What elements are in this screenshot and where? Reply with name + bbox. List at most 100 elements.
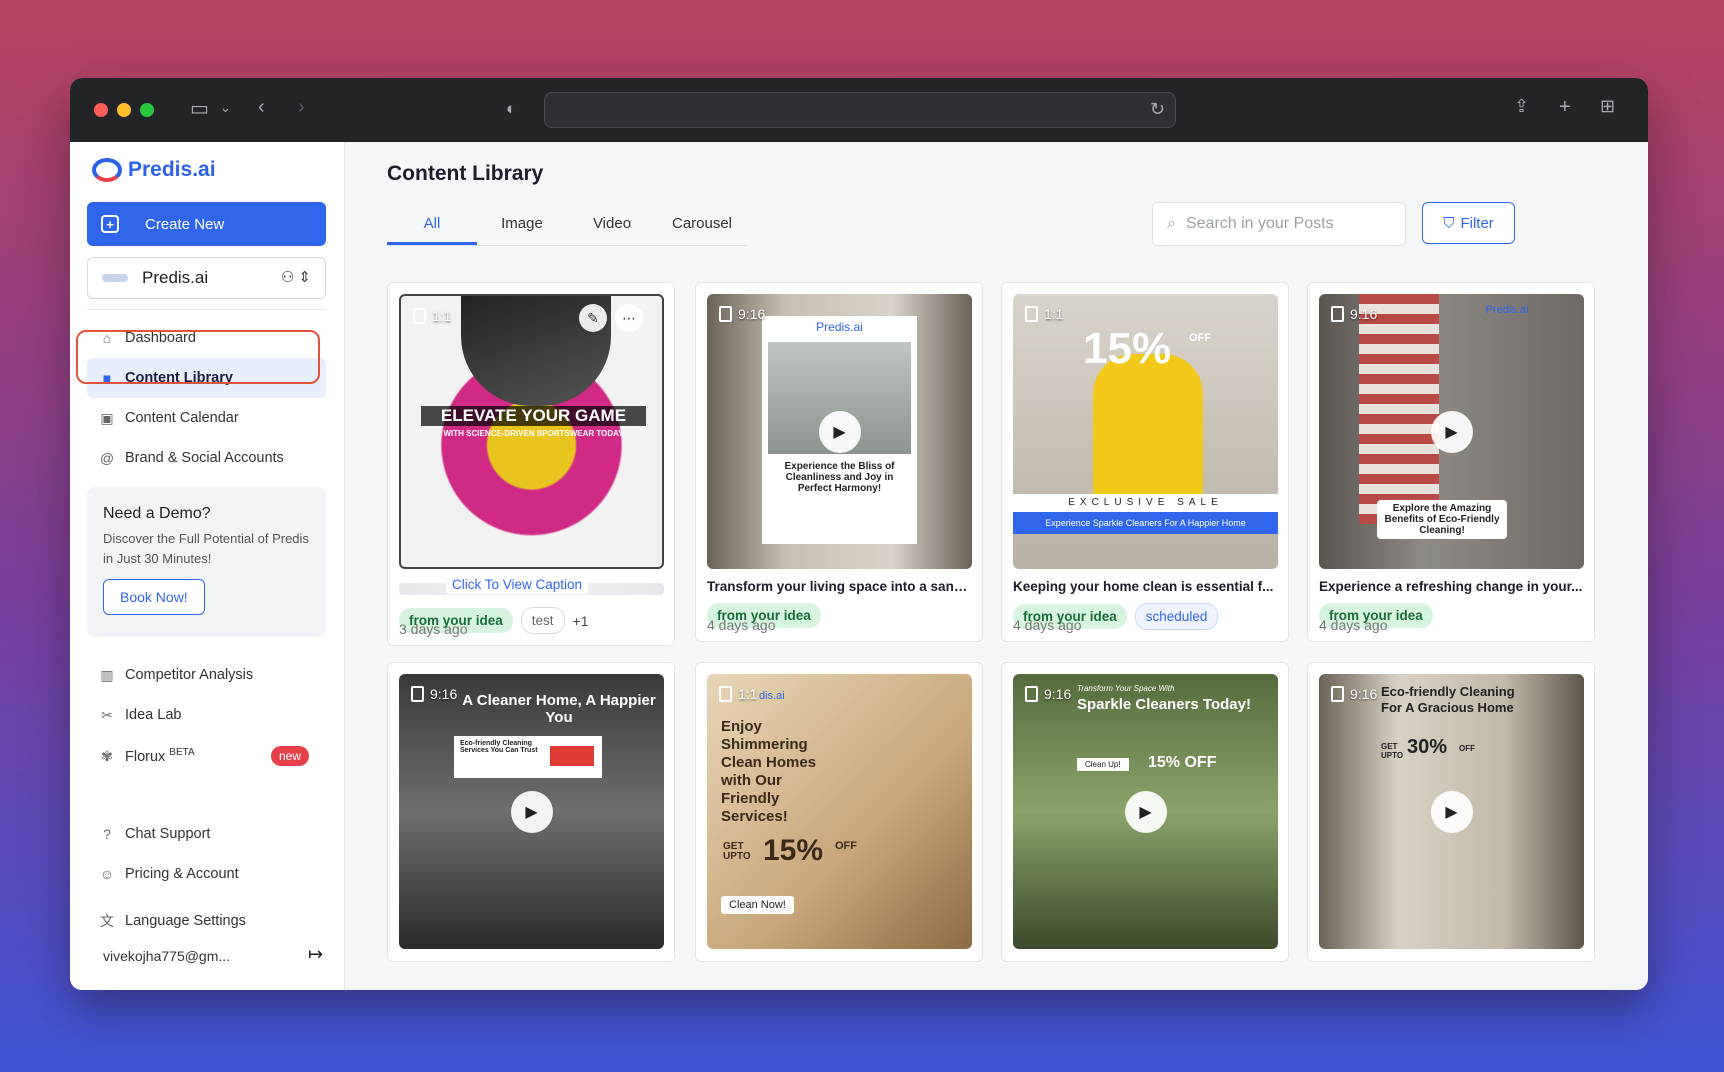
post-overlay-text: Sparkle Cleaners Today! <box>1077 696 1251 713</box>
nav-chat-support[interactable]: ? Chat Support <box>87 814 326 854</box>
annotation-highlight <box>76 330 320 384</box>
post-caption[interactable]: Keeping your home clean is essential f..… <box>1013 579 1278 594</box>
shield-icon[interactable]: ◐ <box>506 99 516 119</box>
post-card[interactable]: Predis.ai Experience the Bliss of Cleanl… <box>695 282 983 642</box>
close-window-button[interactable] <box>94 103 108 117</box>
filter-button[interactable]: ⛉ Filter <box>1422 202 1515 244</box>
chevron-down-icon[interactable]: ⌄ <box>220 100 231 116</box>
tab-video[interactable]: Video <box>567 204 657 245</box>
post-card[interactable]: Eco-friendly Cleaning For A Gracious Hom… <box>1307 662 1595 962</box>
maximize-window-button[interactable] <box>140 103 154 117</box>
nav-brand-social[interactable]: @ Brand & Social Accounts <box>87 438 326 478</box>
nav-label: Content Calendar <box>125 410 239 426</box>
post-thumbnail[interactable]: Eco-friendly Cleaning For A Gracious Hom… <box>1319 674 1584 949</box>
plus-icon: + <box>101 215 119 233</box>
forward-icon[interactable]: › <box>298 96 305 119</box>
demo-card: Need a Demo? Discover the Full Potential… <box>87 487 326 637</box>
new-badge: new <box>270 746 309 766</box>
select-checkbox[interactable] <box>1331 686 1344 702</box>
ratio-value: 1:1 <box>1044 306 1064 322</box>
sidebar-toggle-icon[interactable]: ▭ <box>190 96 209 121</box>
select-checkbox[interactable] <box>1331 306 1344 322</box>
post-overlay-off: OFF <box>1189 332 1211 344</box>
nav-label: Chat Support <box>125 826 211 842</box>
ratio-value: 1:1 <box>738 686 758 702</box>
edit-icon[interactable]: ✎ <box>579 304 607 332</box>
post-card[interactable]: ELEVATE YOUR GAME WITH SCIENCE-DRIVEN SP… <box>387 282 675 646</box>
post-overlay-text: Eco-friendly Cleaning For A Gracious Hom… <box>1381 684 1515 715</box>
post-off: OFF <box>1459 744 1475 753</box>
create-new-button[interactable]: + Create New <box>87 202 326 246</box>
tag-test: test <box>520 607 565 634</box>
post-overlay-text: Explore the Amazing Benefits of Eco-Frie… <box>1377 500 1507 539</box>
tab-image[interactable]: Image <box>477 204 567 245</box>
select-checkbox[interactable] <box>413 308 426 324</box>
demo-text: Discover the Full Potential of Predis in… <box>103 531 309 566</box>
post-caption[interactable]: Transform your living space into a sanc.… <box>707 579 972 594</box>
play-icon[interactable]: ▶ <box>1430 790 1473 833</box>
post-card[interactable]: Predis.ai Explore the Amazing Benefits o… <box>1307 282 1595 642</box>
ratio-label: 9:16 <box>1331 306 1377 322</box>
post-card[interactable]: dis.ai Enjoy Shimmering Clean Homes with… <box>695 662 983 962</box>
ratio-label: 9:16 <box>719 306 765 322</box>
more-tags[interactable]: +1 <box>573 613 589 629</box>
nav-content-calendar[interactable]: ▣ Content Calendar <box>87 398 326 438</box>
select-checkbox[interactable] <box>1025 306 1038 322</box>
select-checkbox[interactable] <box>1025 686 1038 702</box>
post-thumbnail[interactable]: A Cleaner Home, A Happier You Eco-friend… <box>399 674 664 949</box>
post-thumbnail[interactable]: dis.ai Enjoy Shimmering Clean Homes with… <box>707 674 972 949</box>
back-icon[interactable]: ‹ <box>258 96 265 119</box>
help-icon: ? <box>103 826 111 842</box>
play-icon[interactable]: ▶ <box>1430 410 1473 453</box>
main-content: Content Library All Image Video Carousel… <box>345 142 1648 990</box>
browser-titlebar: ▭ ⌄ ‹ › ◐ ↻ ⇪ + ⊞ <box>70 78 1648 142</box>
play-icon[interactable]: ▶ <box>1124 790 1167 833</box>
more-options-icon[interactable]: ⋯ <box>615 304 643 332</box>
create-new-label: Create New <box>145 215 225 233</box>
new-tab-icon[interactable]: + <box>1559 96 1571 119</box>
minimize-window-button[interactable] <box>117 103 131 117</box>
book-now-button[interactable]: Book Now! <box>103 579 205 615</box>
search-placeholder: Search in your Posts <box>1185 215 1334 232</box>
logout-icon[interactable]: ↦ <box>308 944 323 965</box>
post-thumbnail[interactable]: Transform Your Space With Sparkle Cleane… <box>1013 674 1278 949</box>
play-icon[interactable]: ▶ <box>818 410 861 453</box>
post-thumbnail[interactable]: 15% OFF EXCLUSIVE SALE Experience Sparkl… <box>1013 294 1278 569</box>
at-icon: @ <box>99 450 115 466</box>
ratio-label: 9:16 <box>1331 686 1377 702</box>
post-caption[interactable]: Experience a refreshing change in your..… <box>1319 579 1584 594</box>
post-card[interactable]: A Cleaner Home, A Happier You Eco-friend… <box>387 662 675 962</box>
nav-label: Idea Lab <box>125 707 182 723</box>
nav-language-settings[interactable]: 文 Language Settings <box>87 901 326 941</box>
address-bar[interactable]: ↻ <box>544 92 1176 128</box>
account-email[interactable]: vivekojha775@gm... <box>103 948 230 964</box>
tab-all[interactable]: All <box>387 204 477 245</box>
post-discount: 30% <box>1407 736 1448 758</box>
select-checkbox[interactable] <box>411 686 424 702</box>
post-thumbnail[interactable]: Predis.ai Experience the Bliss of Cleanl… <box>707 294 972 569</box>
select-checkbox[interactable] <box>719 686 732 702</box>
tab-overview-icon[interactable]: ⊞ <box>1600 96 1615 117</box>
demo-title: Need a Demo? <box>103 505 211 522</box>
select-checkbox[interactable] <box>719 306 732 322</box>
post-thumbnail[interactable]: ELEVATE YOUR GAME WITH SCIENCE-DRIVEN SP… <box>399 294 664 569</box>
post-card[interactable]: Transform Your Space With Sparkle Cleane… <box>1001 662 1289 962</box>
play-icon[interactable]: ▶ <box>510 790 553 833</box>
post-card[interactable]: 15% OFF EXCLUSIVE SALE Experience Sparkl… <box>1001 282 1289 642</box>
reload-icon[interactable]: ↻ <box>1150 99 1165 120</box>
nav-florux[interactable]: ✾ Florux BETA new <box>87 736 326 776</box>
nav-competitor-analysis[interactable]: ▥ Competitor Analysis <box>87 655 326 695</box>
nav-pricing-account[interactable]: ☺ Pricing & Account <box>87 854 326 894</box>
switch-workspace-icon[interactable]: ⚇ ⇕ <box>281 268 311 286</box>
search-input[interactable]: ⌕ Search in your Posts <box>1152 202 1406 246</box>
view-caption-link[interactable]: Click To View Caption <box>446 575 589 594</box>
ratio-value: 1:1 <box>432 308 452 324</box>
workspace-selector[interactable]: Predis.ai ⚇ ⇕ <box>87 257 326 299</box>
brand-logo[interactable]: Predis.ai <box>92 158 216 182</box>
workspace-name: Predis.ai <box>142 268 209 287</box>
tab-carousel[interactable]: Carousel <box>657 204 747 245</box>
translate-icon: 文 <box>100 913 114 929</box>
nav-idea-lab[interactable]: ✂ Idea Lab <box>87 695 326 735</box>
post-thumbnail[interactable]: Predis.ai Explore the Amazing Benefits o… <box>1319 294 1584 569</box>
share-icon[interactable]: ⇪ <box>1514 96 1529 117</box>
